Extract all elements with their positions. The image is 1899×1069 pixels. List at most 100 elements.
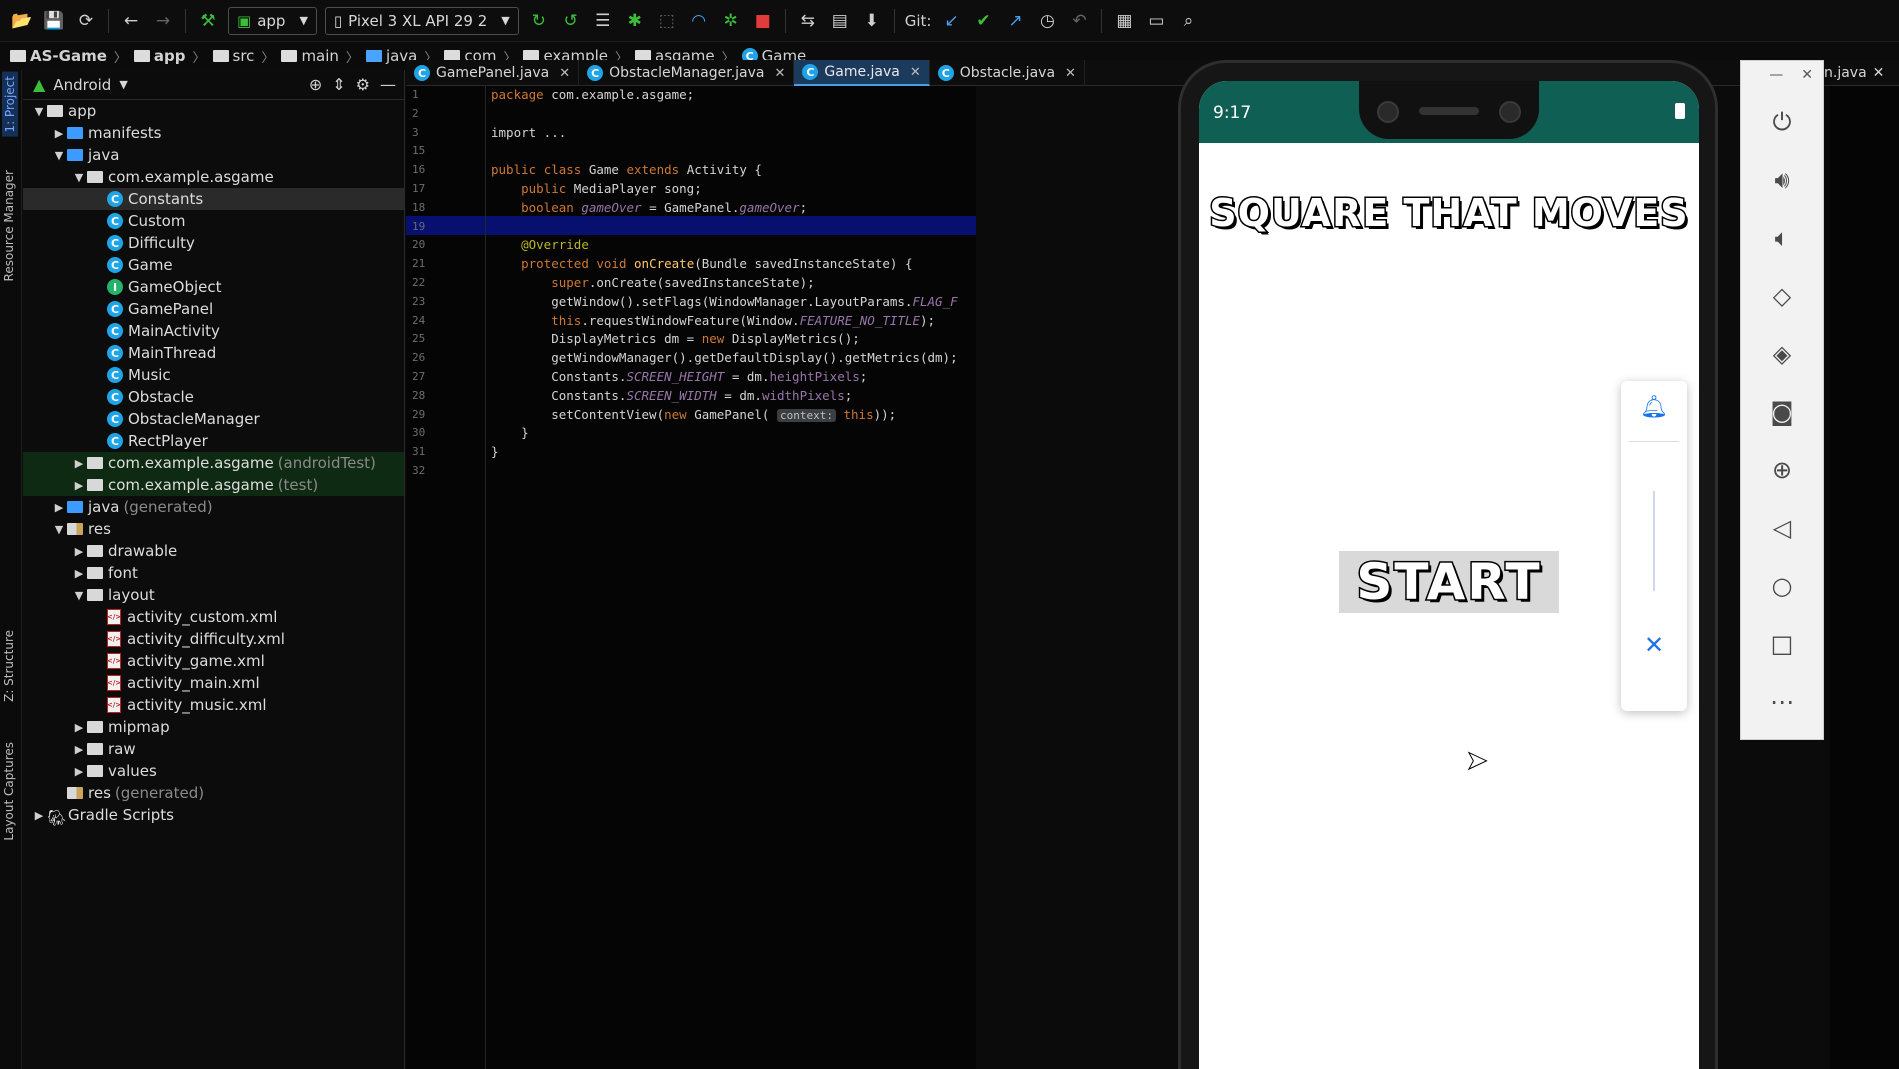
tree-item[interactable]: ▶ drawable: [23, 540, 404, 562]
chevron-down-icon[interactable]: ▼: [119, 78, 127, 91]
close-icon[interactable]: ✕: [559, 66, 570, 81]
tab-secondary-file[interactable]: n.java ✕: [1818, 60, 1884, 86]
tree-item[interactable]: </> activity_difficulty.xml: [23, 628, 404, 650]
tree-item[interactable]: ▶ 🐘︎ Gradle Scripts: [23, 804, 404, 827]
tree-item[interactable]: C Obstacle: [23, 386, 404, 408]
tab-resource-manager[interactable]: Resource Manager: [2, 170, 16, 281]
volume-down-icon[interactable]: 🔈︎: [1741, 209, 1823, 267]
chevron-down-icon[interactable]: ▼: [51, 149, 67, 162]
more-icon[interactable]: ⋯: [1741, 673, 1823, 731]
chevron-right-icon[interactable]: ▶: [71, 721, 87, 734]
tree-item[interactable]: ▼ app: [23, 100, 404, 122]
bell-icon[interactable]: 🔔︎: [1621, 395, 1687, 420]
emulator-screen[interactable]: 9:17 SQUARE THAT MOVES START 🔔︎ ✕: [1199, 81, 1699, 1069]
chevron-down-icon[interactable]: ▼: [31, 105, 47, 118]
chevron-right-icon[interactable]: ▶: [71, 743, 87, 756]
chevron-right-icon[interactable]: ▶: [31, 809, 47, 822]
search-icon[interactable]: ⌕: [1172, 6, 1204, 36]
tree-item[interactable]: ▶ com.example.asgame (androidTest): [23, 452, 404, 474]
rollback-icon[interactable]: ↶: [1063, 6, 1095, 36]
volume-up-icon[interactable]: 🔊︎: [1741, 151, 1823, 209]
chevron-right-icon[interactable]: ▶: [71, 479, 87, 492]
git-push-icon[interactable]: ↗: [999, 6, 1031, 36]
close-icon[interactable]: ✕: [1065, 66, 1076, 81]
build-hammer-icon[interactable]: ⚒: [192, 6, 224, 36]
power-icon[interactable]: ⏻: [1741, 93, 1823, 151]
back-icon[interactable]: ←: [115, 6, 147, 36]
breadcrumb-item-project[interactable]: AS-Game: [10, 47, 107, 65]
tree-item[interactable]: C MainThread: [23, 342, 404, 364]
tree-item[interactable]: ▼ java: [23, 144, 404, 166]
rotate-right-icon[interactable]: ◈: [1741, 325, 1823, 383]
tab-obstacle[interactable]: C Obstacle.java ✕: [930, 60, 1085, 86]
tree-item[interactable]: C Custom: [23, 210, 404, 232]
project-view-select[interactable]: Android: [53, 76, 111, 94]
tree-item[interactable]: C Constants: [23, 188, 404, 210]
tree-item[interactable]: C RectPlayer: [23, 430, 404, 452]
apply-code-changes-icon[interactable]: ↺: [555, 6, 587, 36]
tree-item[interactable]: C MainActivity: [23, 320, 404, 342]
tree-item[interactable]: </> activity_main.xml: [23, 672, 404, 694]
tree-item[interactable]: C ObstacleManager: [23, 408, 404, 430]
sync-icon[interactable]: ⟳: [70, 6, 102, 36]
tree-item[interactable]: C Game: [23, 254, 404, 276]
tree-item[interactable]: C GamePanel: [23, 298, 404, 320]
git-update-icon[interactable]: ↙: [935, 6, 967, 36]
gradle-sync-icon[interactable]: ⇆: [792, 6, 824, 36]
zoom-icon[interactable]: ⊕: [1741, 441, 1823, 499]
start-button[interactable]: START: [1339, 551, 1559, 613]
chevron-down-icon[interactable]: ▼: [51, 523, 67, 536]
tree-item[interactable]: C Difficulty: [23, 232, 404, 254]
chevron-right-icon[interactable]: ▶: [51, 127, 67, 140]
tree-item[interactable]: </> activity_custom.xml: [23, 606, 404, 628]
project-structure-icon[interactable]: ▦: [1108, 6, 1140, 36]
gear-icon[interactable]: ⚙: [356, 75, 370, 94]
apply-changes-icon[interactable]: ↻: [523, 6, 555, 36]
run-config-select[interactable]: ▣ app ▼: [228, 6, 317, 35]
tab-game[interactable]: C Game.java ✕: [794, 60, 930, 86]
tab-obstaclemanager[interactable]: C ObstacleManager.java ✕: [579, 60, 795, 86]
overview-icon[interactable]: □: [1741, 615, 1823, 673]
git-commit-icon[interactable]: ✔: [967, 6, 999, 36]
forward-icon[interactable]: →: [147, 6, 179, 36]
breadcrumb-item-src[interactable]: src: [212, 47, 254, 65]
code-editor[interactable]: 1 2 3 15 16 17 18 19 20 21 22 23 24 25 26 27 28 29 30 31 32 …: [406, 86, 976, 1069]
tree-item[interactable]: res (generated): [23, 782, 404, 804]
tree-item[interactable]: ▼ com.example.asgame: [23, 166, 404, 188]
tree-item[interactable]: ▶ com.example.asgame (test): [23, 474, 404, 496]
device-frame-icon[interactable]: ▭: [1140, 6, 1172, 36]
tab-structure[interactable]: Z: Structure: [2, 630, 16, 702]
chevron-down-icon[interactable]: ▼: [71, 171, 87, 184]
close-icon[interactable]: ✕: [910, 65, 921, 80]
breadcrumb-item-app[interactable]: app: [133, 47, 186, 65]
list-icon[interactable]: ☰: [587, 6, 619, 36]
chevron-down-icon[interactable]: ▼: [71, 589, 87, 602]
device-select[interactable]: ▯ Pixel 3 XL API 29 2 ▼: [324, 6, 519, 35]
stop-icon[interactable]: ■: [747, 6, 779, 36]
tree-item[interactable]: </> activity_music.xml: [23, 694, 404, 716]
close-icon[interactable]: ✕: [1801, 67, 1813, 87]
avd-manager-icon[interactable]: ▤: [824, 6, 856, 36]
chevron-right-icon[interactable]: ▶: [71, 765, 87, 778]
chevron-right-icon[interactable]: ▶: [71, 545, 87, 558]
close-icon[interactable]: ✕: [774, 66, 785, 81]
tree-item[interactable]: </> activity_game.xml: [23, 650, 404, 672]
tab-gamepanel[interactable]: C GamePanel.java ✕: [406, 60, 580, 86]
attach-debugger-icon[interactable]: ⬚: [651, 6, 683, 36]
history-icon[interactable]: ◷: [1031, 6, 1063, 36]
collapse-all-icon[interactable]: ⇕: [332, 75, 345, 94]
home-icon[interactable]: ○: [1741, 557, 1823, 615]
chevron-right-icon[interactable]: ▶: [71, 457, 87, 470]
close-icon[interactable]: ✕: [1873, 65, 1885, 81]
tree-item[interactable]: ▶ java (generated): [23, 496, 404, 518]
tree-item[interactable]: ▶ values: [23, 760, 404, 782]
tree-item[interactable]: C Music: [23, 364, 404, 386]
attach-icon[interactable]: ✲: [715, 6, 747, 36]
rotate-left-icon[interactable]: ◇: [1741, 267, 1823, 325]
chevron-right-icon[interactable]: ▶: [71, 567, 87, 580]
mute-icon[interactable]: ✕: [1621, 631, 1687, 659]
breadcrumb-item-main[interactable]: main: [281, 47, 339, 65]
profile-icon[interactable]: ◠: [683, 6, 715, 36]
minimize-icon[interactable]: —: [1769, 67, 1783, 87]
tree-item[interactable]: ▶ raw: [23, 738, 404, 760]
